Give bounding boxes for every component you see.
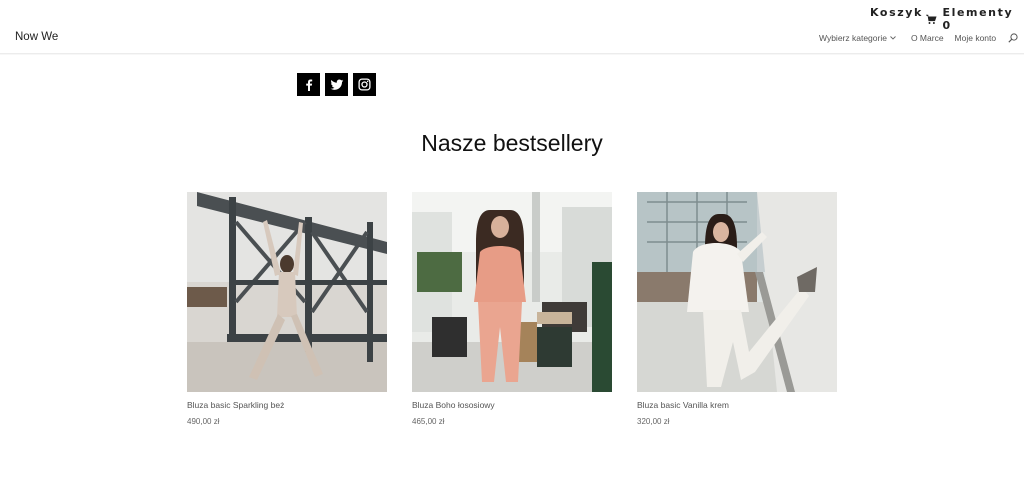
nav-item-account[interactable]: Moje konto [955, 33, 997, 43]
product-card: Bluza basic Sparkling beż 490,00 zł [187, 192, 387, 426]
product-name[interactable]: Bluza Boho łososiowy [412, 400, 612, 410]
product-price: 465,00 zł [412, 417, 445, 426]
product-card: Bluza basic Vanilla krem 320,00 zł [637, 192, 837, 426]
facebook-link[interactable] [297, 73, 320, 96]
product-image[interactable] [412, 192, 612, 392]
product-price: 320,00 zł [637, 417, 670, 426]
product-name[interactable]: Bluza basic Sparkling beż [187, 400, 387, 410]
product-price: 490,00 zł [187, 417, 220, 426]
product-card: Bluza Boho łososiowy 465,00 zł [412, 192, 612, 426]
cart-link[interactable]: Koszyk [870, 6, 923, 19]
chevron-down-icon [890, 36, 896, 40]
main-header: Now We Wybierz kategorie O Marce Moje ko… [0, 24, 1024, 54]
site-logo[interactable]: Now We [15, 31, 58, 43]
shopping-cart-icon [926, 14, 937, 24]
product-image[interactable] [187, 192, 387, 392]
twitter-icon [330, 79, 343, 90]
product-image[interactable] [637, 192, 837, 392]
nav-item-categories-label: Wybierz kategorie [819, 33, 887, 43]
top-bar: Koszyk Elementy 0 [0, 0, 1024, 32]
instagram-link[interactable] [353, 73, 376, 96]
main-nav: Wybierz kategorie O Marce Moje konto [819, 33, 1018, 43]
nav-item-about[interactable]: O Marce [911, 33, 944, 43]
product-name[interactable]: Bluza basic Vanilla krem [637, 400, 837, 410]
product-grid: Bluza basic Sparkling beż 490,00 zł Bluz… [187, 192, 837, 426]
instagram-icon [358, 78, 371, 91]
nav-item-categories[interactable]: Wybierz kategorie [819, 33, 896, 43]
search-icon[interactable] [1008, 33, 1018, 43]
twitter-link[interactable] [325, 73, 348, 96]
social-links [297, 73, 376, 96]
section-title: Nasze bestsellery [421, 130, 603, 156]
facebook-icon [305, 79, 312, 91]
